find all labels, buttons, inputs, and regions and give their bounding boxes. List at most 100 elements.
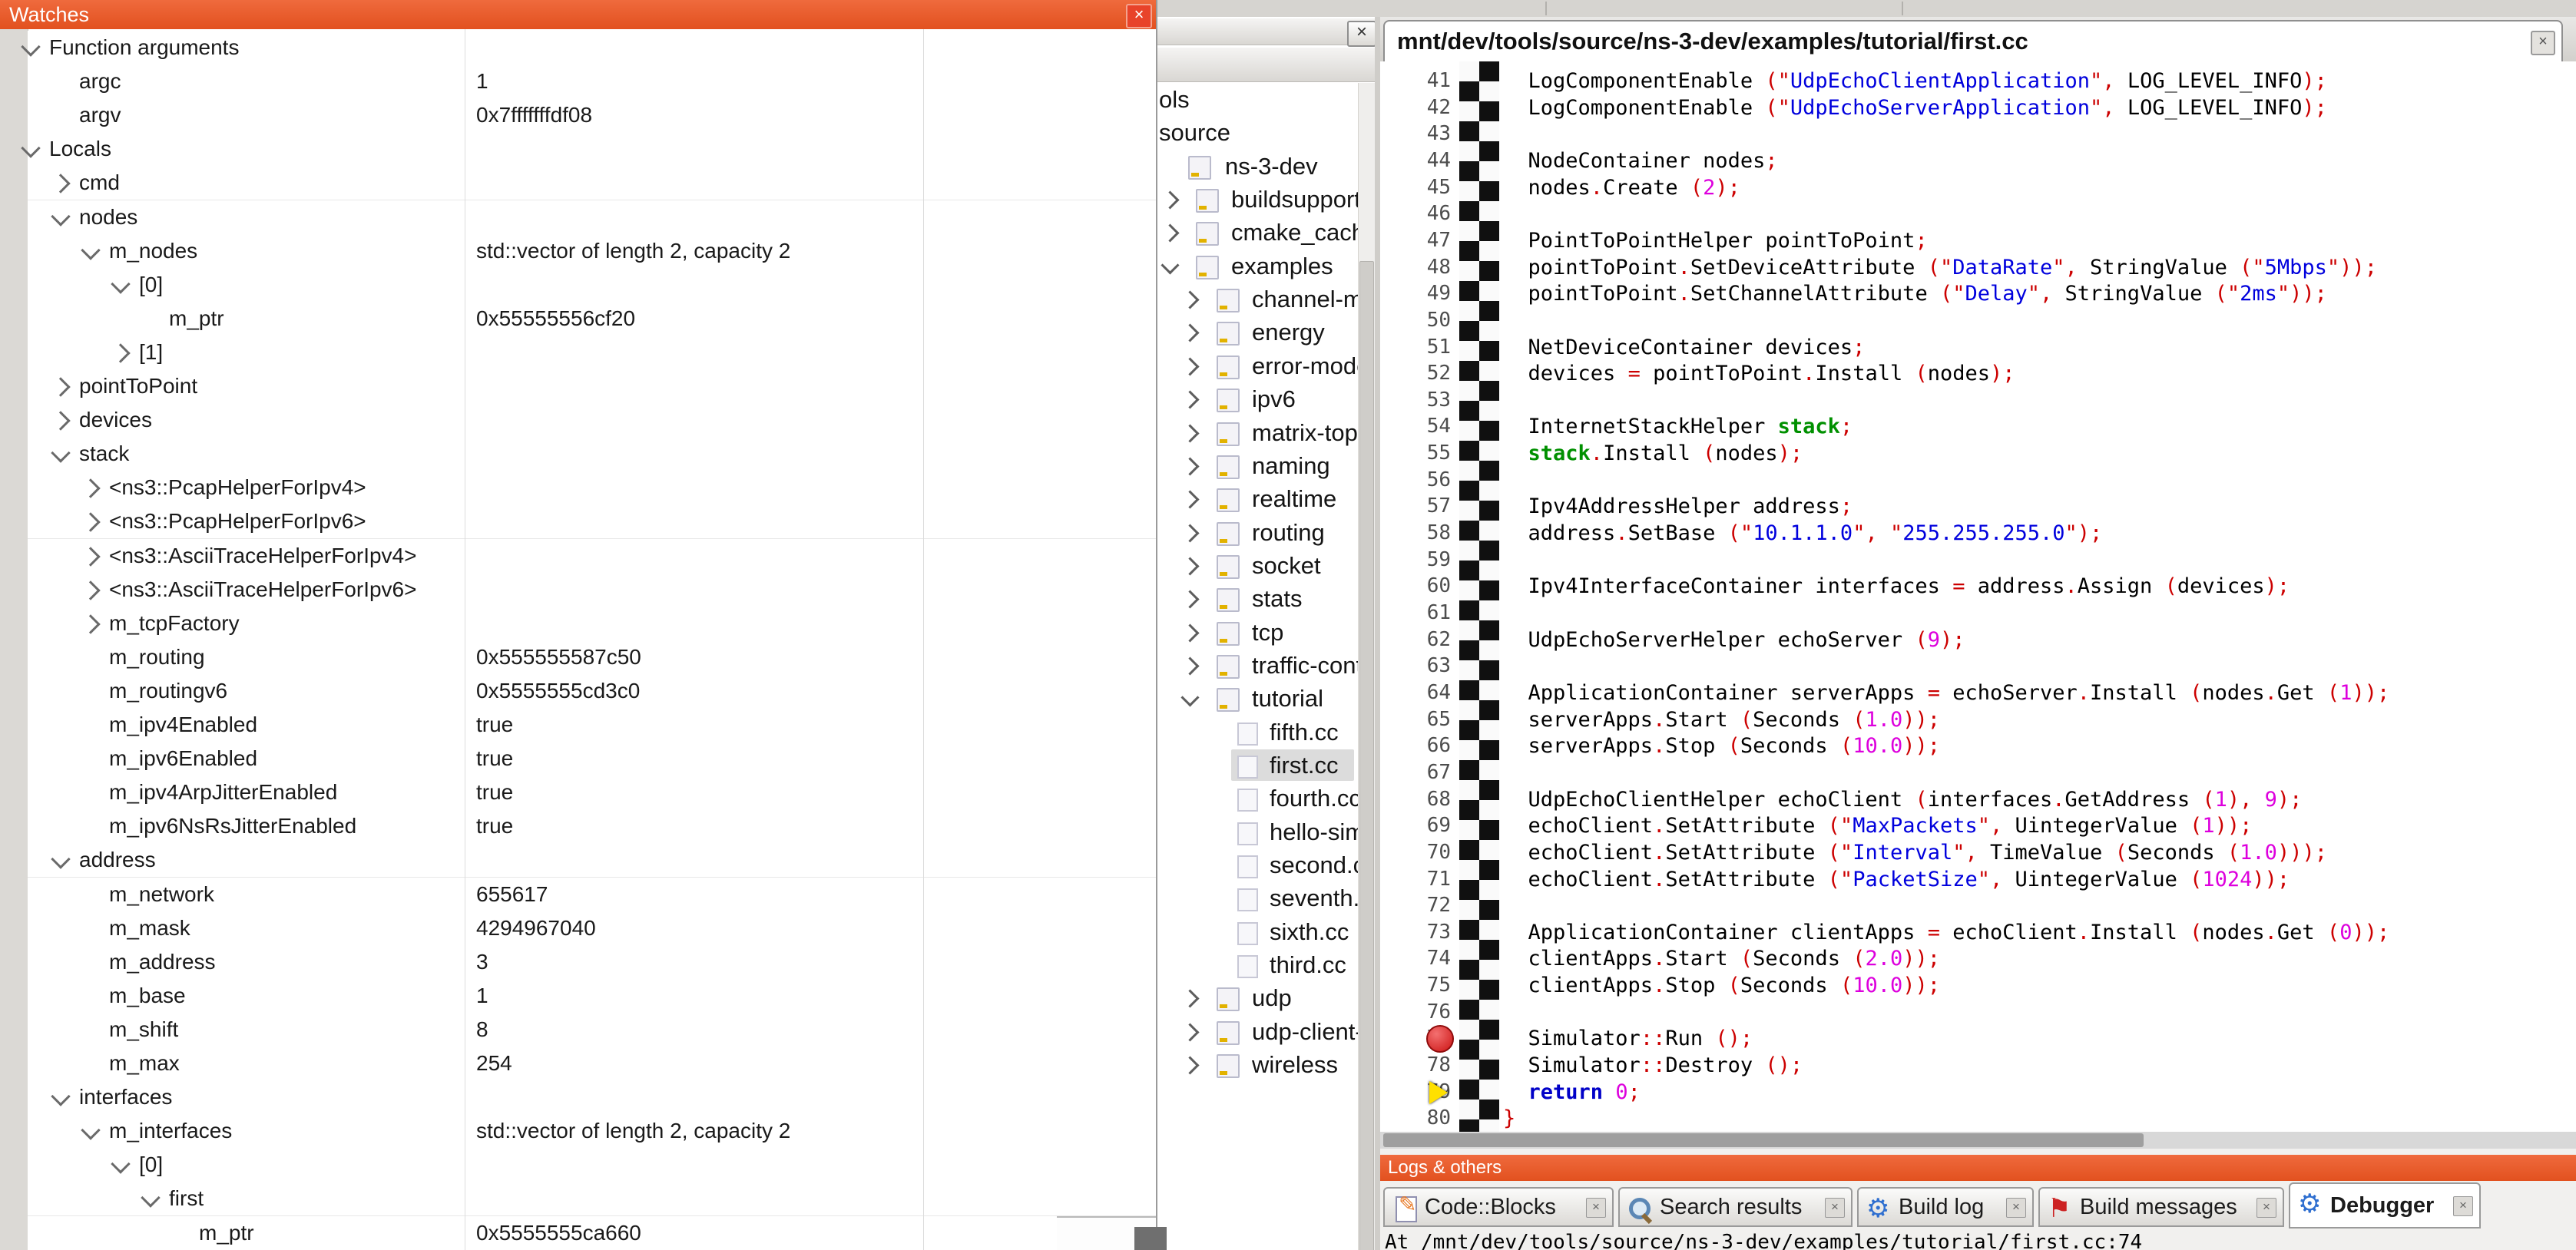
- code-line-44[interactable]: NodeContainer nodes;: [1503, 147, 1778, 174]
- chevron-right-icon[interactable]: [1180, 557, 1199, 575]
- close-icon[interactable]: ×: [2256, 1198, 2276, 1218]
- tree-item-channel-mod[interactable]: channel-mod: [1156, 283, 1358, 316]
- code-line-77[interactable]: Simulator::Run ();: [1503, 1025, 1753, 1052]
- logs-tab-search-results[interactable]: Search results×: [1618, 1187, 1853, 1227]
- code-line-52[interactable]: devices = pointToPoint.Install (nodes);: [1503, 360, 2015, 387]
- watches-titlebar[interactable]: Watches: [0, 0, 1156, 29]
- chevron-right-icon[interactable]: [1180, 357, 1199, 375]
- chevron-right-icon[interactable]: [81, 479, 100, 498]
- code-line-70[interactable]: echoClient.SetAttribute ("Interval", Tim…: [1503, 839, 2327, 866]
- tree-item-stats[interactable]: stats: [1156, 582, 1358, 615]
- close-icon[interactable]: ×: [2531, 31, 2555, 55]
- chevron-right-icon[interactable]: [1180, 391, 1199, 409]
- code-line-47[interactable]: PointToPointHelper pointToPoint;: [1503, 227, 1928, 254]
- watch-row[interactable]: m_ipv6Enabledtrue: [28, 742, 1156, 776]
- tree-item-third-cc[interactable]: third.cc: [1156, 948, 1358, 981]
- watch-row[interactable]: m_tcpFactory: [28, 607, 1156, 641]
- code-line-58[interactable]: address.SetBase ("10.1.1.0", "255.255.25…: [1503, 520, 2102, 547]
- chevron-down-icon[interactable]: [21, 37, 40, 56]
- logs-tab-code-blocks[interactable]: ✎Code::Blocks×: [1383, 1187, 1614, 1227]
- tree-item-hello-simul[interactable]: hello-simul: [1156, 815, 1358, 848]
- watch-row[interactable]: m_max254: [28, 1047, 1156, 1081]
- chevron-right-icon[interactable]: [1180, 457, 1199, 475]
- panel-splitter[interactable]: [1375, 17, 1380, 1250]
- tree-item-ipv6[interactable]: ipv6: [1156, 382, 1358, 415]
- tree-item-udp-client-ser[interactable]: udp-client-ser: [1156, 1015, 1358, 1048]
- logs-tab-build-log[interactable]: ⚙Build log×: [1857, 1187, 2034, 1227]
- watch-row[interactable]: <ns3::PcapHelperForIpv4>: [28, 471, 1156, 505]
- chevron-right-icon[interactable]: [1180, 590, 1199, 609]
- chevron-right-icon[interactable]: [111, 343, 130, 362]
- chevron-down-icon[interactable]: [51, 443, 70, 462]
- code-line-78[interactable]: Simulator::Destroy ();: [1503, 1052, 1803, 1079]
- tree-item-fifth-cc[interactable]: fifth.cc: [1156, 716, 1358, 749]
- chevron-right-icon[interactable]: [1161, 191, 1179, 210]
- watch-row[interactable]: m_mask4294967040: [28, 911, 1156, 946]
- tree-item-error-model[interactable]: error-model: [1156, 349, 1358, 382]
- logs-tab-debugger[interactable]: ⚙Debugger×: [2289, 1182, 2481, 1229]
- watch-row[interactable]: first: [28, 1182, 1156, 1216]
- watch-row[interactable]: m_ptr0x5555555ca660: [28, 1216, 1156, 1250]
- breakpoint-margin[interactable]: [1459, 61, 1499, 1132]
- logs-tab-build-messages[interactable]: ⚑Build messages×: [2038, 1187, 2284, 1227]
- watch-row[interactable]: m_ipv6NsRsJitterEnabledtrue: [28, 809, 1156, 844]
- code-line-69[interactable]: echoClient.SetAttribute ("MaxPackets", U…: [1503, 812, 2252, 839]
- watch-row[interactable]: m_nodesstd::vector of length 2, capacity…: [28, 234, 1156, 269]
- close-icon[interactable]: ×: [2006, 1198, 2026, 1218]
- code-line-48[interactable]: pointToPoint.SetDeviceAttribute ("DataRa…: [1503, 254, 2377, 281]
- watch-row[interactable]: argc1: [28, 64, 1156, 99]
- close-icon[interactable]: ×: [1825, 1198, 1845, 1218]
- code-line-68[interactable]: UdpEchoClientHelper echoClient (interfac…: [1503, 786, 2302, 813]
- code-line-80[interactable]: }: [1503, 1105, 1515, 1132]
- chevron-right-icon[interactable]: [1161, 224, 1179, 243]
- watch-row[interactable]: m_routing0x555555587c50: [28, 640, 1156, 675]
- watch-row[interactable]: stack: [28, 437, 1156, 471]
- tree-item-traffic-contro[interactable]: traffic-contro: [1156, 649, 1358, 682]
- tree-item-seventh-cc[interactable]: seventh.cc: [1156, 881, 1358, 914]
- code-line-65[interactable]: serverApps.Start (Seconds (1.0));: [1503, 706, 1940, 733]
- chevron-down-icon[interactable]: [21, 139, 40, 158]
- code-line-64[interactable]: ApplicationContainer serverApps = echoSe…: [1503, 680, 2389, 706]
- watch-row[interactable]: interfaces: [28, 1080, 1156, 1115]
- chevron-right-icon[interactable]: [1180, 1023, 1199, 1041]
- chevron-down-icon[interactable]: [1180, 689, 1199, 707]
- tree-item-second-cc[interactable]: second.cc: [1156, 848, 1358, 881]
- watch-row[interactable]: [0]: [28, 1148, 1156, 1182]
- tree-item-tcp[interactable]: tcp: [1156, 616, 1358, 649]
- watch-row[interactable]: m_network655617: [28, 878, 1156, 912]
- tree-item-fourth-cc[interactable]: fourth.cc: [1156, 782, 1358, 815]
- code-line-41[interactable]: LogComponentEnable ("UdpEchoClientApplic…: [1503, 68, 2327, 94]
- chevron-right-icon[interactable]: [51, 377, 70, 396]
- code-line-49[interactable]: pointToPoint.SetChannelAttribute ("Delay…: [1503, 280, 2327, 307]
- watch-row[interactable]: m_interfacesstd::vector of length 2, cap…: [28, 1114, 1156, 1149]
- code-editor[interactable]: 41 LogComponentEnable ("UdpEchoClientApp…: [1380, 61, 2576, 1132]
- code-line-45[interactable]: nodes.Create (2);: [1503, 174, 1740, 201]
- watch-row[interactable]: [0]: [28, 268, 1156, 303]
- watch-row[interactable]: nodes: [28, 200, 1156, 235]
- chevron-right-icon[interactable]: [1180, 656, 1199, 675]
- tree-item-ols[interactable]: ols: [1156, 83, 1358, 116]
- tree-item-cmake-cache[interactable]: cmake_cache: [1156, 216, 1358, 249]
- code-line-73[interactable]: ApplicationContainer clientApps = echoCl…: [1503, 919, 2389, 946]
- tree-item-sixth-cc[interactable]: sixth.cc: [1156, 915, 1358, 948]
- close-icon[interactable]: ×: [1347, 21, 1376, 47]
- logs-panel-title[interactable]: Logs & others: [1380, 1155, 2576, 1181]
- watch-row[interactable]: <ns3::AsciiTraceHelperForIpv4>: [28, 539, 1156, 574]
- chevron-down-icon[interactable]: [51, 1086, 70, 1106]
- watch-row[interactable]: m_ptr0x55555556cf20: [28, 302, 1156, 336]
- tree-item-source[interactable]: source: [1156, 116, 1358, 149]
- chevron-down-icon[interactable]: [111, 1155, 130, 1174]
- chevron-down-icon[interactable]: [81, 1120, 100, 1139]
- tree-item-matrix-topol[interactable]: matrix-topol: [1156, 416, 1358, 449]
- chevron-down-icon[interactable]: [81, 240, 100, 260]
- chevron-down-icon[interactable]: [141, 1189, 160, 1208]
- watch-row[interactable]: <ns3::PcapHelperForIpv6>: [28, 504, 1156, 539]
- code-line-62[interactable]: UdpEchoServerHelper echoServer (9);: [1503, 627, 1965, 653]
- chevron-down-icon[interactable]: [111, 274, 130, 293]
- code-line-60[interactable]: Ipv4InterfaceContainer interfaces = addr…: [1503, 573, 2290, 600]
- editor-tab-first-cc[interactable]: mnt/dev/tools/source/ns-3-dev/examples/t…: [1383, 20, 2563, 63]
- resize-grip[interactable]: [1134, 1227, 1167, 1250]
- tree-item-buildsupport[interactable]: buildsupport: [1156, 183, 1358, 216]
- watch-row[interactable]: m_base1: [28, 979, 1156, 1014]
- chevron-right-icon[interactable]: [1180, 491, 1199, 509]
